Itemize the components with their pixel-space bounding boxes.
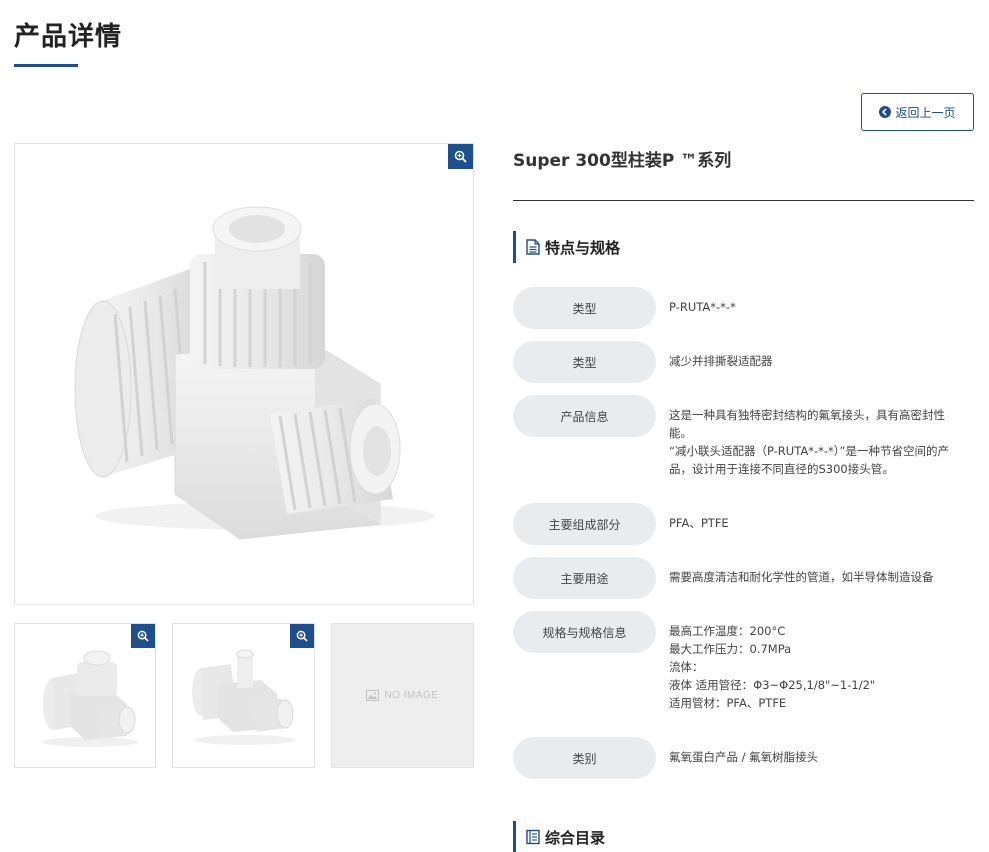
document-icon [526,239,540,255]
spec-value: 最高工作温度：200°C 最大工作压力：0.7MPa 流体： 液体 适用管径：Φ… [669,624,876,710]
no-image-label: NO IMAGE [384,690,439,701]
zoom-in-icon [454,150,467,163]
section-title: 综合目录 [545,828,606,847]
title-underline [14,64,78,67]
page-title: 产品详情 [14,22,123,52]
product-name: Super 300型柱装P ™系列 [513,151,732,171]
back-button[interactable]: 返回上一页 [861,93,974,131]
thumbnail-2[interactable] [172,623,315,768]
spec-label: 类别 [513,737,656,779]
spec-label: 主要组成部分 [513,503,656,545]
spec-value: 这是一种具有独特密封结构的氟氧接头，具有高密封性能。 “减小联头适配器（P-RU… [669,408,949,476]
spec-label: 规格与规格信息 [513,611,656,653]
spec-value: 减少并排撕裂适配器 [669,354,773,368]
divider [513,200,974,201]
spec-label: 产品信息 [513,395,656,437]
zoom-button[interactable] [131,624,155,648]
spec-value: PFA、PTFE [669,516,729,530]
back-button-label: 返回上一页 [895,105,956,120]
features-section-heading: 特点与规格 [513,231,620,263]
spec-label: 主要用途 [513,557,656,599]
spec-label: 类型 [513,287,656,329]
section-title: 特点与规格 [545,238,621,257]
thumbnail-1[interactable] [14,623,156,768]
catalog-section-heading: 综合目录 [513,821,605,852]
thumbnail-3-no-image[interactable]: NO IMAGE [331,623,474,768]
image-placeholder-icon [366,690,380,701]
zoom-in-icon [137,630,149,642]
spec-value: 氟氧蛋白产品 / 氟氧树脂接头 [669,750,819,764]
arrow-left-icon [879,106,892,118]
book-icon [526,829,540,845]
product-image [74,206,435,540]
zoom-button[interactable] [290,624,314,648]
main-product-image[interactable] [14,143,474,605]
zoom-button[interactable] [448,144,473,169]
spec-label: 类型 [513,341,656,383]
spec-value: P-RUTA*-*-* [669,300,736,314]
zoom-in-icon [296,630,308,642]
spec-value: 需要高度清洁和耐化学性的管道，如半导体制造设备 [669,570,934,584]
